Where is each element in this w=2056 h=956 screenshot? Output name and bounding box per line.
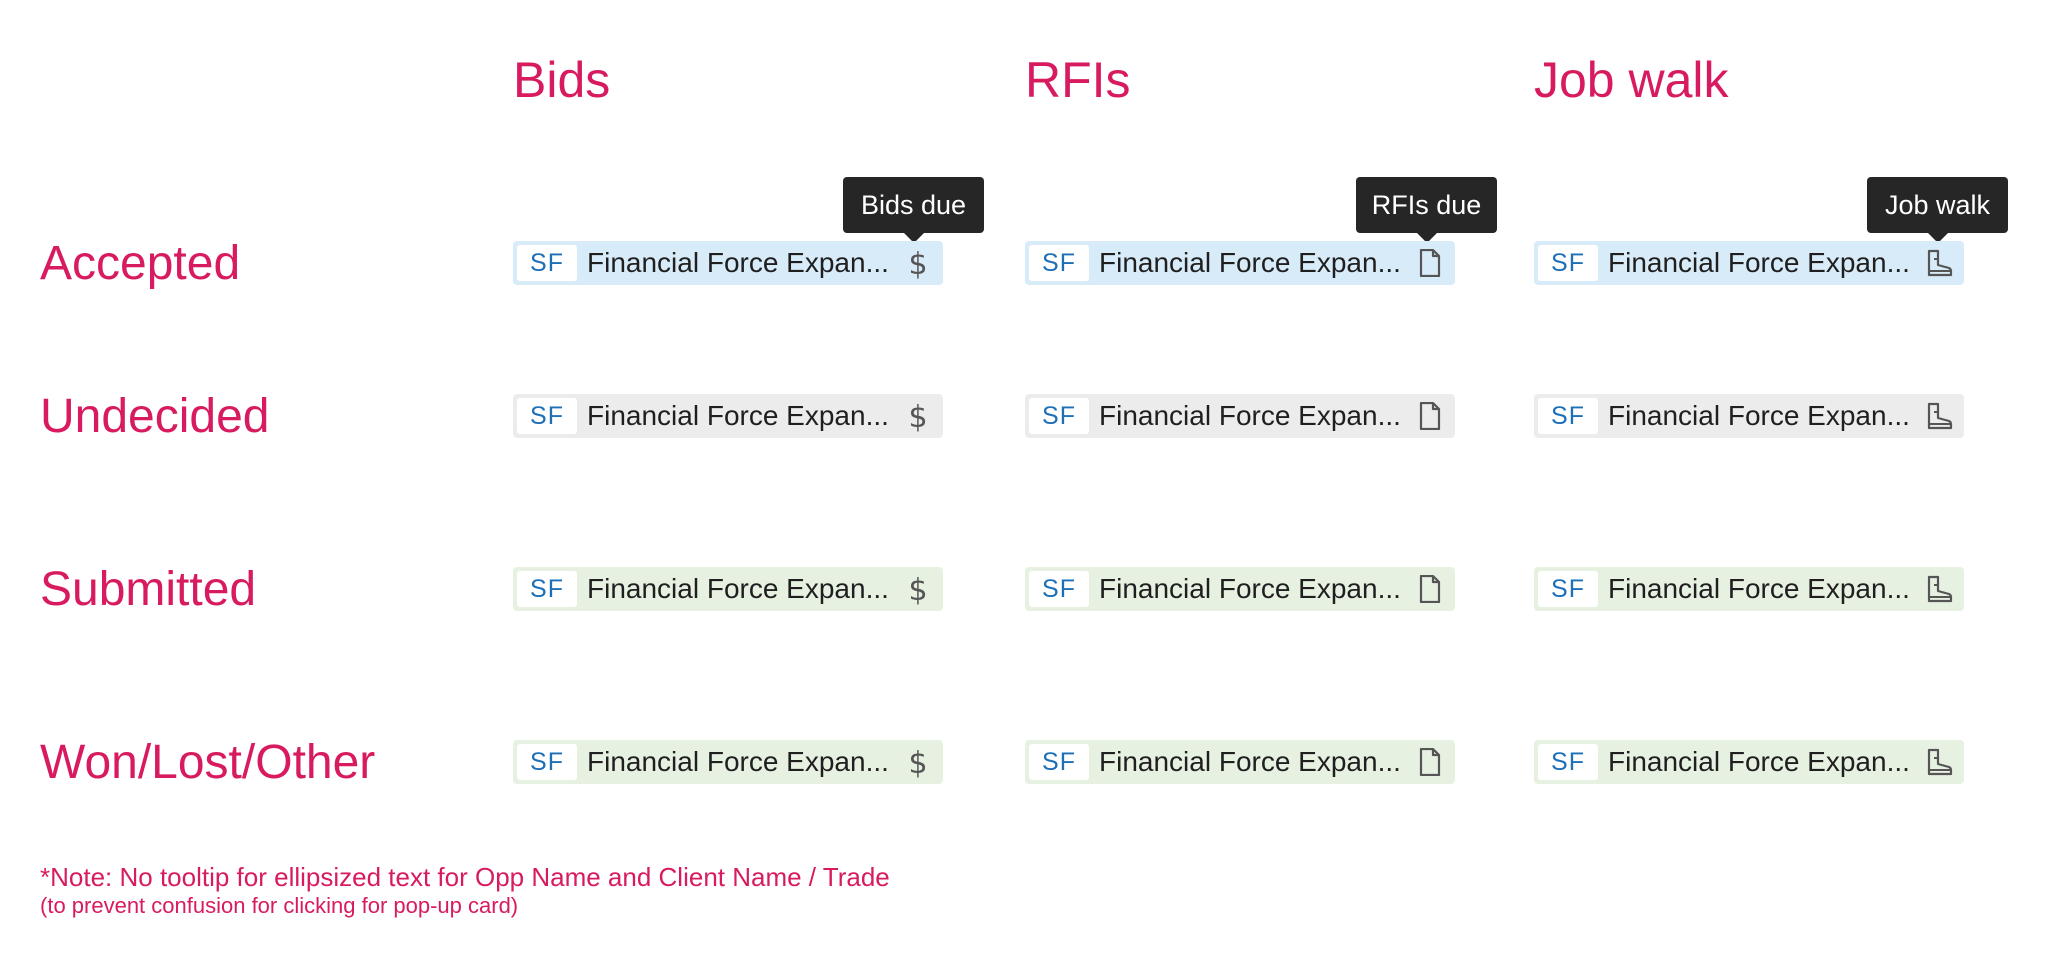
svg-text:$: $	[908, 746, 927, 778]
chip-title: Financial Force Expan...	[587, 247, 889, 278]
event-chip-rfis-submitted[interactable]: SF Financial Force Expan...	[1025, 567, 1455, 611]
event-chip-rfis-accepted[interactable]: SF Financial Force Expan...	[1025, 241, 1455, 285]
event-chip-rfis-won-lost-other[interactable]: SF Financial Force Expan...	[1025, 740, 1455, 784]
chip-title: Financial Force Expan...	[1099, 746, 1401, 777]
chip-title: Financial Force Expan...	[1608, 573, 1910, 604]
event-chip-job-walk-won-lost-other[interactable]: SF Financial Force Expan...	[1534, 740, 1964, 784]
dollar-icon[interactable]: $	[901, 744, 935, 780]
event-chip-bids-won-lost-other[interactable]: SF Financial Force Expan... $	[513, 740, 943, 784]
boot-icon[interactable]	[1922, 571, 1956, 607]
document-icon[interactable]	[1413, 571, 1447, 607]
chip-title: Financial Force Expan...	[1608, 247, 1910, 278]
source-badge: SF	[1538, 245, 1598, 281]
column-header-job-walk: Job walk	[1534, 52, 1729, 108]
dollar-icon[interactable]: $	[901, 398, 935, 434]
chip-title: Financial Force Expan...	[1608, 746, 1910, 777]
event-chip-bids-submitted[interactable]: SF Financial Force Expan... $	[513, 567, 943, 611]
row-label-submitted: Submitted	[40, 563, 257, 616]
row-label-accepted: Accepted	[40, 237, 241, 290]
chip-title: Financial Force Expan...	[1099, 400, 1401, 431]
source-badge: SF	[1538, 571, 1598, 607]
document-icon[interactable]	[1413, 398, 1447, 434]
chip-title: Financial Force Expan...	[1099, 247, 1401, 278]
source-badge: SF	[1029, 398, 1089, 434]
chip-title: Financial Force Expan...	[587, 746, 889, 777]
tooltip-job-walk: Job walk	[1867, 177, 2008, 243]
source-badge: SF	[1029, 571, 1089, 607]
column-header-rfis: RFIs	[1025, 52, 1131, 108]
dollar-icon[interactable]: $	[901, 571, 935, 607]
svg-text:$: $	[908, 573, 927, 605]
event-chip-job-walk-submitted[interactable]: SF Financial Force Expan...	[1534, 567, 1964, 611]
source-badge: SF	[1029, 245, 1089, 281]
chip-title: Financial Force Expan...	[587, 573, 889, 604]
column-header-bids: Bids	[513, 52, 611, 108]
chip-title: Financial Force Expan...	[1099, 573, 1401, 604]
tooltip-bids-due: Bids due	[843, 177, 984, 243]
event-chip-rfis-undecided[interactable]: SF Financial Force Expan...	[1025, 394, 1455, 438]
event-chip-bids-undecided[interactable]: SF Financial Force Expan... $	[513, 394, 943, 438]
note-text: *Note: No tooltip for ellipsized text fo…	[40, 862, 890, 892]
event-chip-job-walk-accepted[interactable]: SF Financial Force Expan...	[1534, 241, 1964, 285]
source-badge: SF	[517, 398, 577, 434]
note-subtext: (to prevent confusion for clicking for p…	[40, 893, 519, 918]
event-chip-bids-accepted[interactable]: SF Financial Force Expan... $	[513, 241, 943, 285]
row-label-won-lost-other: Won/Lost/Other	[40, 736, 376, 789]
dollar-icon[interactable]: $	[901, 245, 935, 281]
svg-text:$: $	[908, 247, 927, 279]
svg-text:$: $	[908, 400, 927, 432]
boot-icon[interactable]	[1922, 744, 1956, 780]
source-badge: SF	[517, 744, 577, 780]
document-icon[interactable]	[1413, 245, 1447, 281]
event-chip-job-walk-undecided[interactable]: SF Financial Force Expan...	[1534, 394, 1964, 438]
chip-title: Financial Force Expan...	[1608, 400, 1910, 431]
tooltip-rfis-due: RFIs due	[1356, 177, 1497, 243]
source-badge: SF	[517, 245, 577, 281]
document-icon[interactable]	[1413, 744, 1447, 780]
source-badge: SF	[517, 571, 577, 607]
source-badge: SF	[1029, 744, 1089, 780]
boot-icon[interactable]	[1922, 245, 1956, 281]
source-badge: SF	[1538, 398, 1598, 434]
chip-title: Financial Force Expan...	[587, 400, 889, 431]
row-label-undecided: Undecided	[40, 390, 270, 443]
boot-icon[interactable]	[1922, 398, 1956, 434]
source-badge: SF	[1538, 744, 1598, 780]
